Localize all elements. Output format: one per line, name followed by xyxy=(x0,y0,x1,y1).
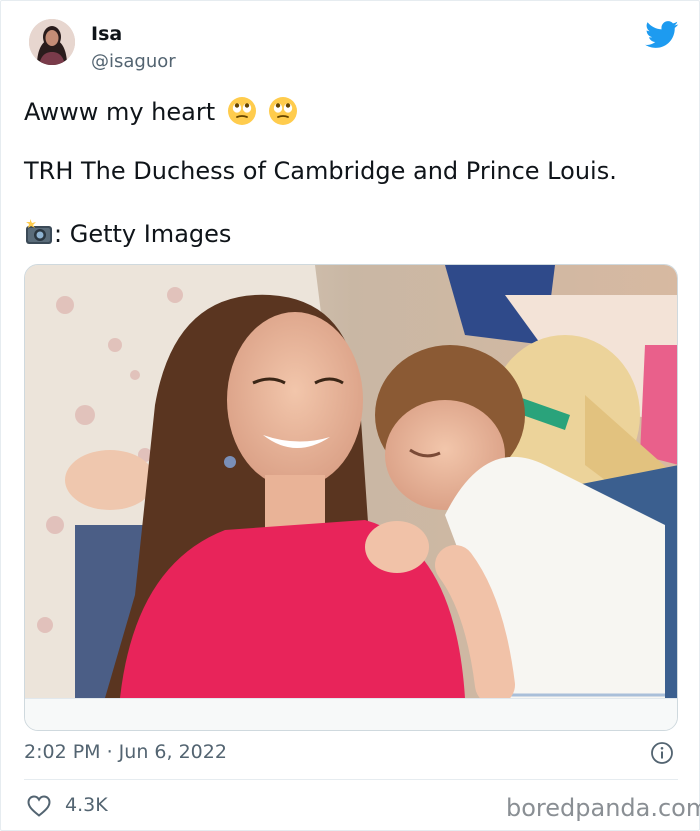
avatar[interactable] xyxy=(29,19,75,65)
tweet-text: Awww my heart xyxy=(24,98,216,126)
tweet-line-2: TRH The Duchess of Cambridge and Prince … xyxy=(24,157,617,185)
divider xyxy=(24,779,678,780)
watermark: boredpanda.com xyxy=(506,794,700,822)
tweet-card: Isa @isaguor Awww my heart TRH The Duche… xyxy=(0,0,700,831)
media-footer xyxy=(25,698,677,730)
face-with-rolling-eyes-icon xyxy=(269,97,298,125)
like-count[interactable]: 4.3K xyxy=(65,794,108,816)
info-icon[interactable] xyxy=(650,741,674,765)
photo-credit: : Getty Images xyxy=(54,220,232,248)
face-with-rolling-eyes-icon xyxy=(227,97,256,125)
heart-icon[interactable] xyxy=(27,795,51,817)
tweet-timestamp[interactable]: 2:02 PM · Jun 6, 2022 xyxy=(24,741,227,763)
author-name[interactable]: Isa xyxy=(91,23,122,45)
author-handle[interactable]: @isaguor xyxy=(91,51,176,72)
tweet-media[interactable] xyxy=(24,264,678,731)
tweet-line-3: : Getty Images xyxy=(24,218,231,248)
tweet-photo[interactable] xyxy=(25,265,678,698)
tweet-line-1: Awww my heart xyxy=(24,96,298,126)
twitter-bird-icon[interactable] xyxy=(645,21,679,49)
camera-with-flash-icon xyxy=(26,219,52,244)
